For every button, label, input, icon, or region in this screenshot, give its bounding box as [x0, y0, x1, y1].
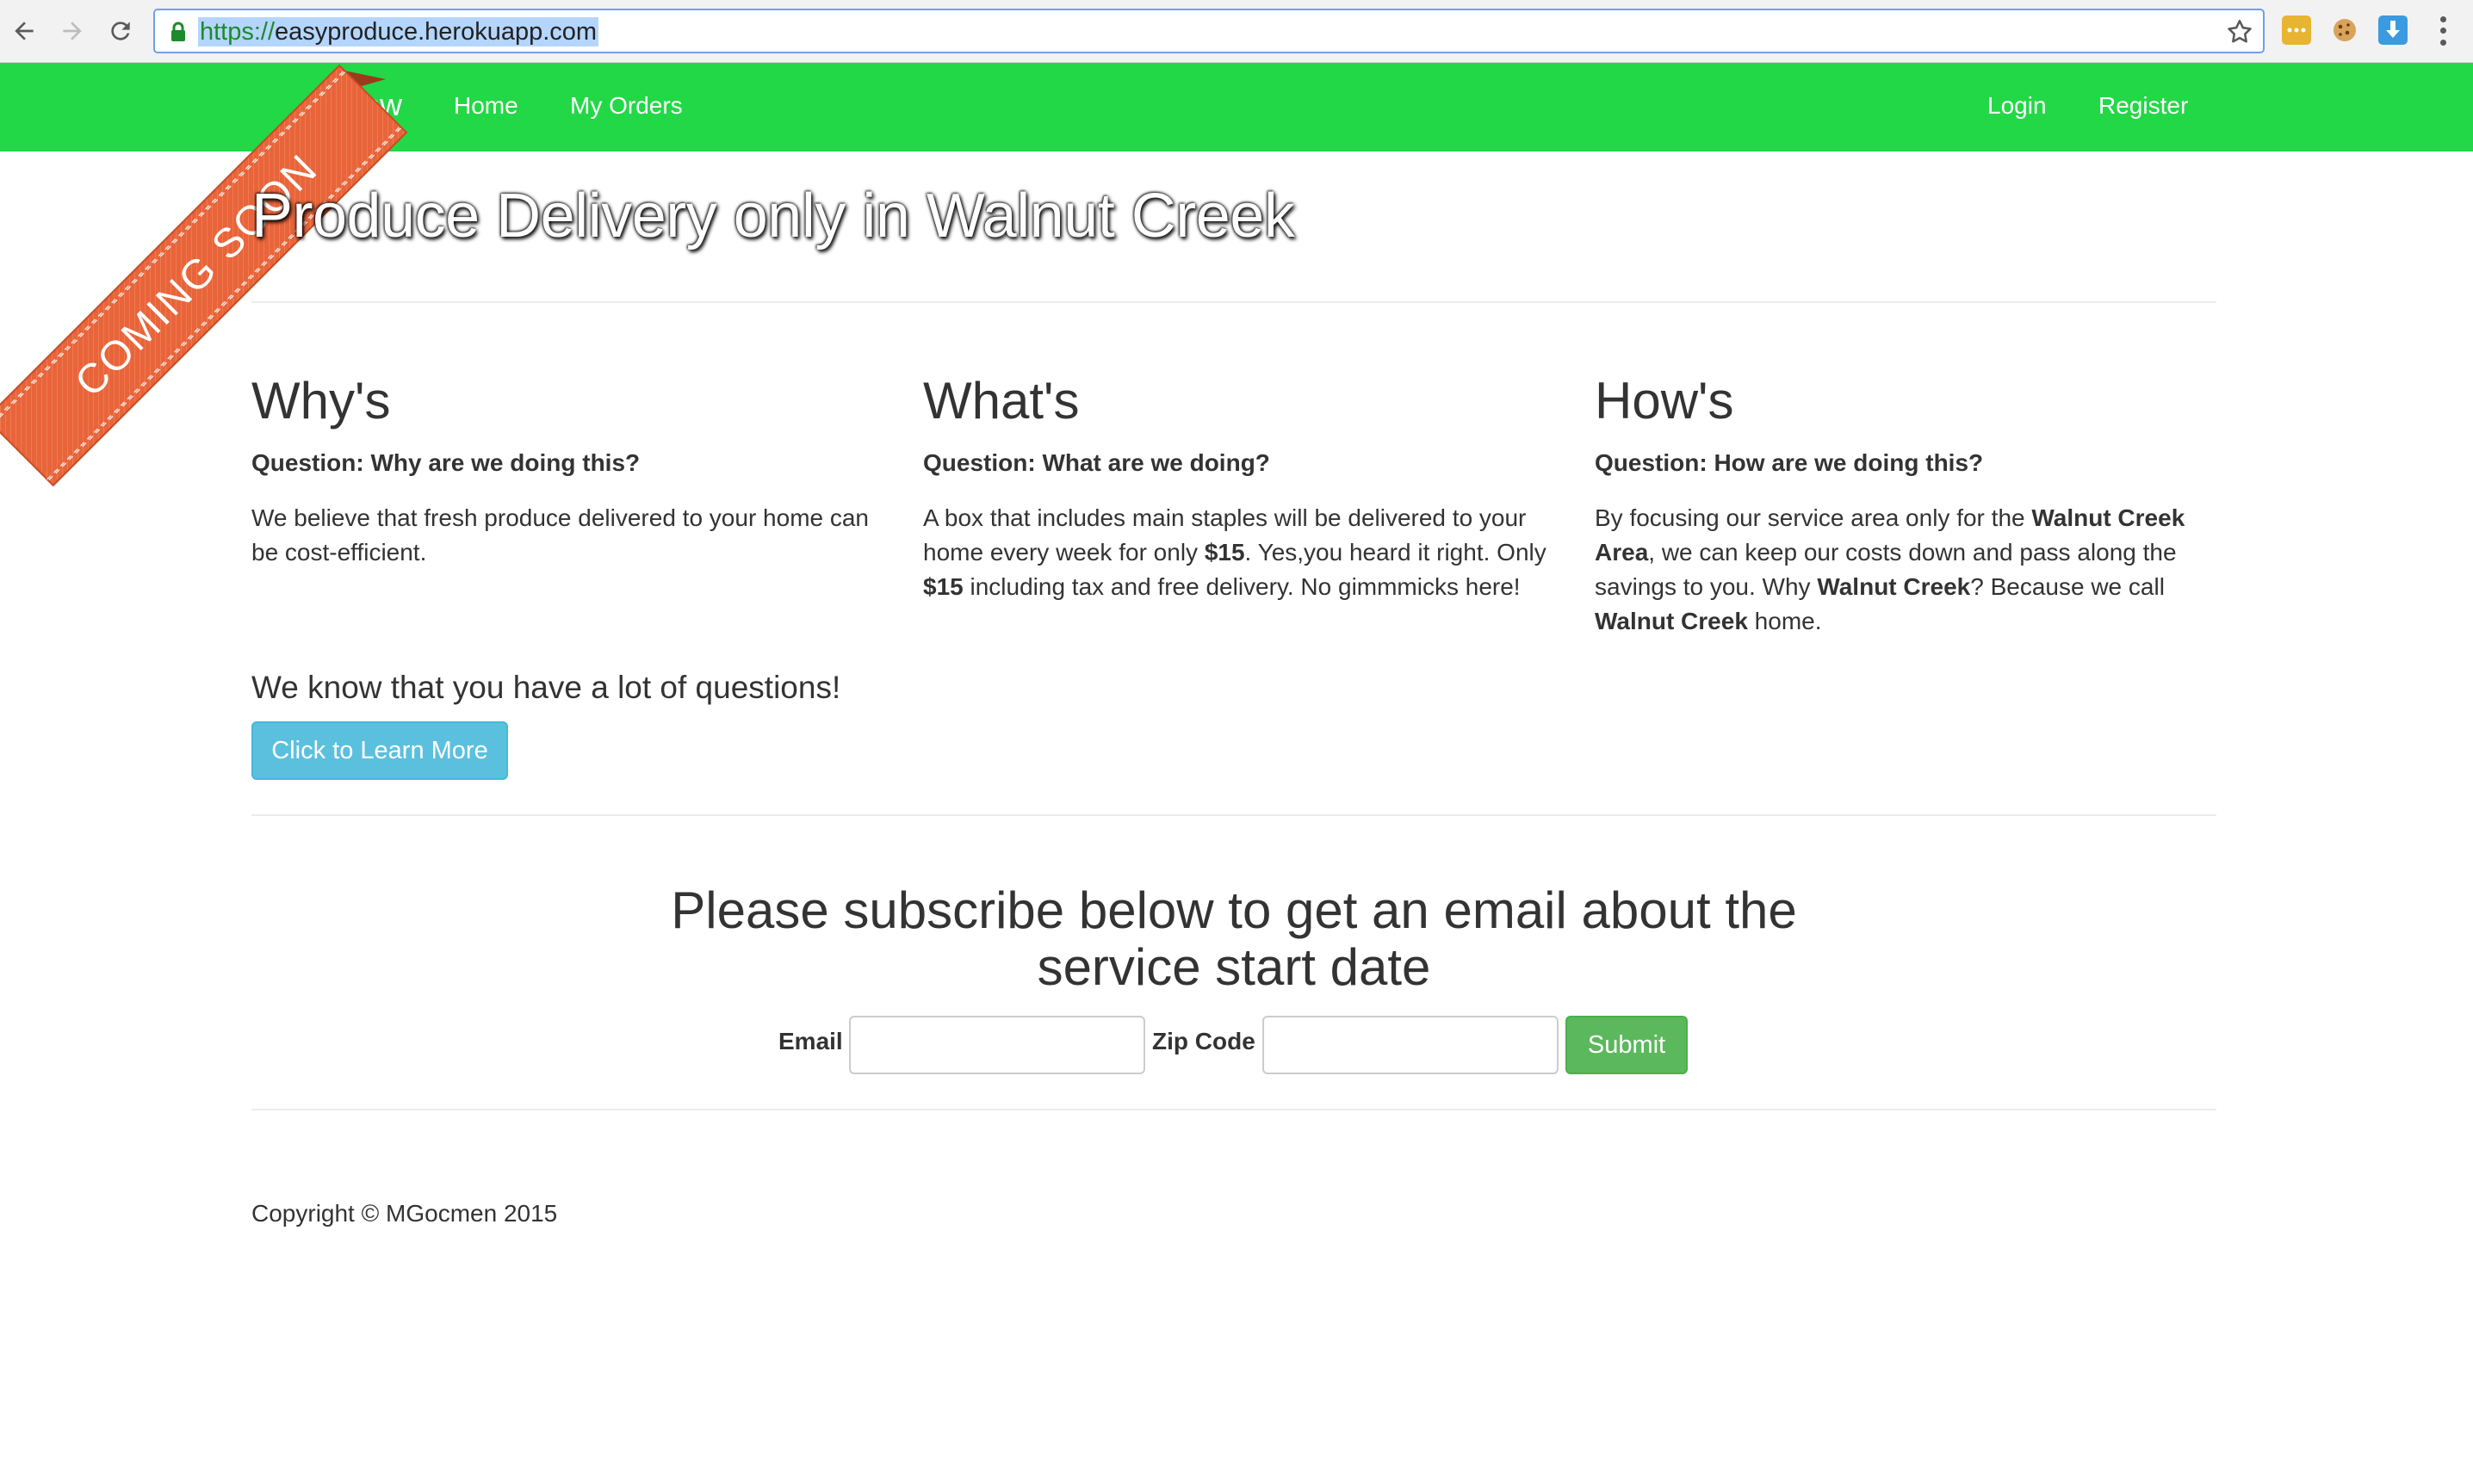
- extension-icon[interactable]: [2282, 15, 2311, 45]
- menu-dot-icon: [2439, 39, 2446, 46]
- dots-icon: [2287, 28, 2306, 33]
- bookmark-star-icon[interactable]: [2225, 17, 2254, 46]
- nav-link-register[interactable]: Register: [2098, 92, 2188, 120]
- divider: [251, 1109, 2216, 1110]
- column-heading: Why's: [251, 372, 391, 430]
- column-whys: Why's Question: Why are we doing this? W…: [251, 368, 889, 570]
- browser-menu-button[interactable]: [2430, 14, 2456, 48]
- column-hows: How's Question: How are we doing this? B…: [1595, 368, 2215, 639]
- submit-button[interactable]: Submit: [1565, 1016, 1688, 1074]
- navbar-brand[interactable]: Now: [340, 87, 402, 123]
- reload-icon: [111, 22, 130, 40]
- zip-code-label: Zip Code: [1152, 1028, 1255, 1054]
- column-body: We believe that fresh produce delivered …: [251, 504, 870, 566]
- subscribe-heading: Please subscribe below to get an email a…: [671, 881, 1797, 996]
- zip-code-field[interactable]: [1262, 1016, 1559, 1074]
- lock-icon: [171, 22, 185, 41]
- column-body: A box that includes main staples will be…: [923, 504, 1546, 600]
- menu-dot-icon: [2439, 16, 2446, 23]
- email-label: Email: [778, 1028, 843, 1054]
- column-heading: What's: [923, 372, 1080, 430]
- column-heading: How's: [1595, 372, 1734, 430]
- menu-dot-icon: [2439, 28, 2446, 34]
- column-question: Question: Why are we doing this?: [251, 449, 641, 476]
- arrow-right-icon: [63, 22, 82, 40]
- column-whats: What's Question: What are we doing? A bo…: [923, 368, 1560, 604]
- column-question: Question: How are we doing this?: [1595, 449, 1984, 476]
- divider: [251, 814, 2216, 816]
- nav-link-login[interactable]: Login: [1987, 92, 2047, 120]
- back-button[interactable]: [5, 12, 43, 50]
- download-extension-icon[interactable]: [2378, 15, 2408, 45]
- site-navbar: Now Home My Orders Login Register: [0, 63, 2473, 151]
- arrow-left-icon: [15, 22, 34, 40]
- copyright-text: Copyright © MGocmen 2015: [251, 1200, 558, 1227]
- column-body: By focusing our service area only for th…: [1595, 504, 2185, 634]
- learn-more-button[interactable]: Click to Learn More: [251, 721, 508, 780]
- column-question: Question: What are we doing?: [923, 449, 1270, 476]
- reload-button[interactable]: [102, 12, 139, 50]
- cookie-icon: [2334, 19, 2356, 41]
- address-bar[interactable]: https://easyproduce.herokuapp.com: [153, 9, 2265, 53]
- divider: [251, 301, 2216, 303]
- email-field[interactable]: [849, 1016, 1145, 1074]
- url-text: https://easyproduce.herokuapp.com: [198, 17, 599, 46]
- browser-toolbar: https://easyproduce.herokuapp.com: [0, 0, 2473, 63]
- questions-heading: We know that you have a lot of questions…: [251, 670, 841, 705]
- nav-link-home[interactable]: Home: [454, 92, 518, 120]
- page-title: Produce Delivery only in Walnut Creek: [251, 182, 1295, 250]
- nav-link-my-orders[interactable]: My Orders: [570, 92, 683, 120]
- forward-button[interactable]: [53, 12, 91, 50]
- download-arrow-icon: [2386, 21, 2400, 38]
- cookie-extension-icon[interactable]: [2330, 15, 2359, 45]
